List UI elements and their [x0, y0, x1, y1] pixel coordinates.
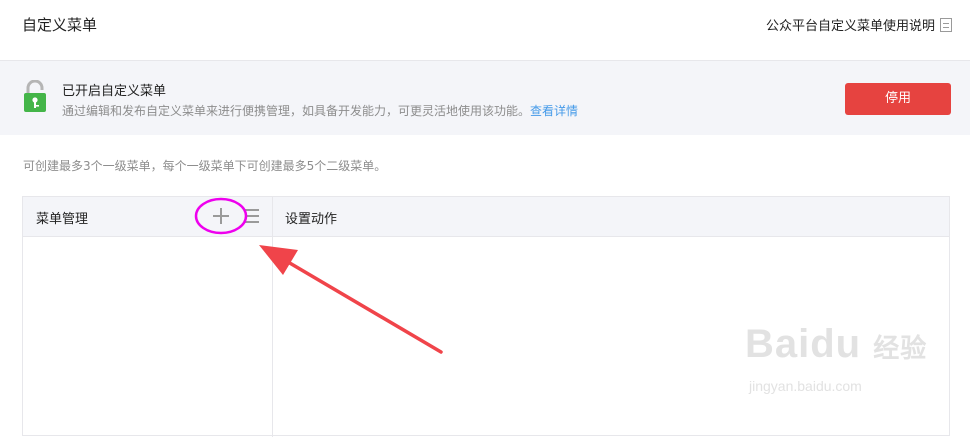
action-settings-label: 设置动作 — [285, 212, 338, 227]
menu-management-label: 菜单管理 — [36, 212, 89, 227]
sort-menu-icon[interactable] — [245, 209, 259, 223]
banner-description-text: 通过编辑和发布自定义菜单来进行便携管理，如具备开发能力，可更灵活地使用该功能。 — [62, 104, 531, 118]
column-divider — [272, 197, 273, 437]
unlocked-lock-icon — [24, 80, 46, 112]
page-title: 自定义菜单 — [22, 16, 98, 34]
page-header: 自定义菜单 公众平台自定义菜单使用说明 — [0, 0, 970, 61]
menu-editor-panel: 菜单管理 设置动作 — [22, 196, 950, 437]
menu-limit-tip: 可创建最多3个一级菜单，每个一级菜单下可创建最多5个二级菜单。 — [23, 159, 387, 173]
banner-description: 通过编辑和发布自定义菜单来进行便携管理，如具备开发能力，可更灵活地使用该功能。查… — [62, 102, 578, 119]
add-menu-icon[interactable] — [212, 207, 230, 225]
help-link[interactable]: 公众平台自定义菜单使用说明 — [766, 15, 952, 34]
menu-status-title: 已开启自定义菜单 — [62, 84, 167, 99]
help-link-label[interactable]: 公众平台自定义菜单使用说明 — [766, 15, 935, 34]
panel-header — [23, 197, 949, 237]
view-details-link[interactable]: 查看详情 — [530, 104, 578, 118]
document-icon[interactable] — [940, 17, 952, 32]
disable-button[interactable]: 停用 — [845, 83, 951, 115]
